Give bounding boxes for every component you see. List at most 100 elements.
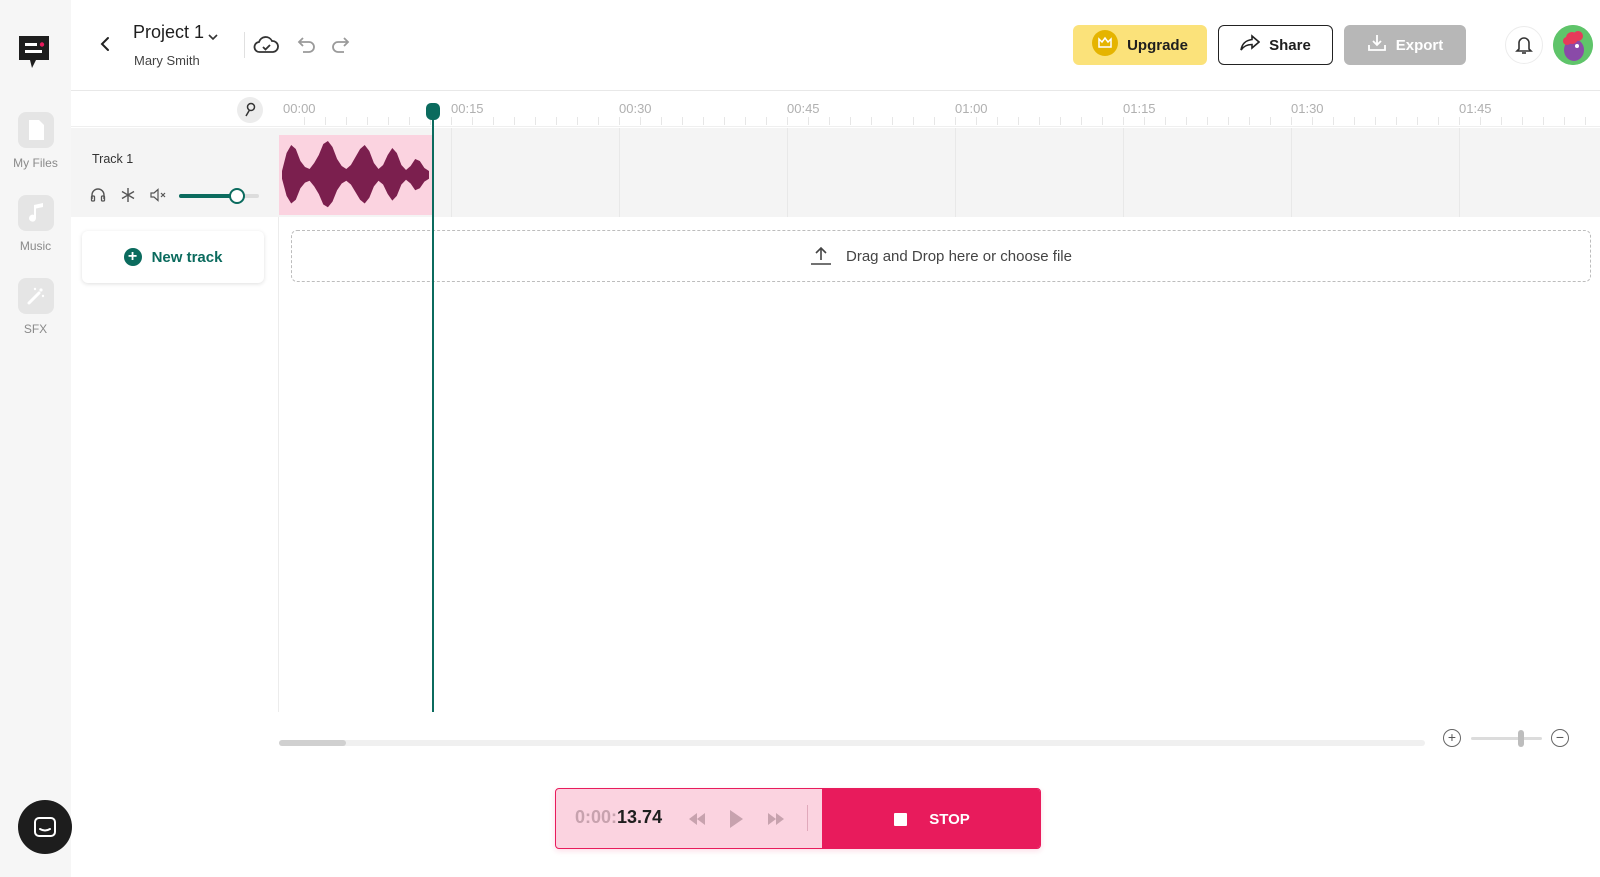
ruler-minor-tick (808, 117, 809, 125)
sidebar-item-label: SFX (23, 322, 48, 336)
upgrade-button[interactable]: Upgrade (1073, 25, 1207, 65)
project-title[interactable]: Project 1 (133, 22, 204, 43)
ruler-minor-tick (955, 117, 956, 125)
ruler-minor-tick (1375, 117, 1376, 125)
user-avatar[interactable] (1553, 25, 1593, 65)
zoom-slider[interactable] (1471, 730, 1542, 747)
stop-button[interactable]: STOP (822, 789, 1040, 848)
sidebar-item-my-files[interactable]: My Files (0, 112, 71, 170)
ruler-minor-tick (1144, 117, 1145, 125)
download-icon (1367, 34, 1387, 56)
share-button[interactable]: Share (1218, 25, 1333, 65)
zoom-out-button[interactable]: − (1551, 729, 1569, 747)
ruler-minor-tick (619, 117, 620, 125)
ruler-minor-tick (1186, 117, 1187, 125)
waveform (282, 141, 429, 208)
ruler-minor-tick (577, 117, 578, 125)
mute-speaker-icon[interactable] (150, 186, 168, 204)
ruler-tick-label: 01:00 (955, 101, 988, 116)
ruler-minor-tick (493, 117, 494, 125)
share-arrow-icon (1240, 34, 1261, 56)
ruler-minor-tick (1081, 117, 1082, 125)
ruler-minor-tick (871, 117, 872, 125)
file-dropzone[interactable]: Drag and Drop here or choose file (291, 230, 1591, 282)
headphones-icon[interactable] (89, 186, 107, 204)
snowflake-icon[interactable] (119, 186, 137, 204)
chevron-down-icon[interactable] (207, 28, 219, 46)
ruler-minor-tick (850, 117, 851, 125)
header-divider (244, 32, 245, 58)
rewind-icon (689, 813, 705, 825)
lane-grid-line (1123, 128, 1124, 217)
ruler-minor-tick (388, 117, 389, 125)
cloud-save-icon[interactable] (253, 33, 279, 57)
ruler-minor-tick (661, 117, 662, 125)
audio-clip[interactable] (279, 135, 432, 215)
ruler-minor-tick (346, 117, 347, 125)
new-track-label: New track (151, 248, 223, 266)
new-track-button[interactable]: + New track (82, 231, 264, 283)
panel-divider (278, 217, 279, 712)
ruler-tick-label: 00:15 (451, 101, 484, 116)
ruler-minor-tick (1312, 117, 1313, 125)
ruler-minor-tick (1291, 117, 1292, 125)
redo-icon[interactable] (328, 33, 354, 57)
ruler-minor-tick (1564, 117, 1565, 125)
play-button[interactable] (724, 807, 748, 831)
ruler-minor-tick (304, 117, 305, 125)
ruler-minor-tick (682, 117, 683, 125)
sidebar-item-music[interactable]: Music (0, 195, 71, 253)
ruler-minor-tick (1522, 117, 1523, 125)
audio-editor-app: My Files Music SFX Project 1 Mary Smith … (0, 0, 1600, 877)
music-note-icon (17, 195, 54, 231)
back-button[interactable] (93, 32, 117, 56)
pin-icon (245, 102, 256, 117)
ruler-tick-label: 00:45 (787, 101, 820, 116)
ruler-minor-tick (1060, 117, 1061, 125)
timeline-ruler[interactable]: 00:00 00:15 00:30 00:45 01:00 01:15 01:30 01:45 (71, 91, 1600, 127)
horizontal-scrollbar[interactable] (279, 740, 1425, 746)
ruler-minor-tick (1018, 117, 1019, 125)
ruler-minor-tick (325, 117, 326, 125)
lane-grid-line (955, 128, 956, 217)
ruler-minor-tick (997, 117, 998, 125)
undo-icon[interactable] (293, 33, 319, 57)
lane-grid-line (619, 128, 620, 217)
ruler-minor-tick (1501, 117, 1502, 125)
track-header: Track 1 (71, 128, 279, 217)
chat-support-button[interactable] (18, 800, 72, 854)
playhead-handle[interactable] (426, 103, 440, 120)
ruler-minor-tick (1543, 117, 1544, 125)
plus-icon: + (123, 248, 142, 266)
ruler-minor-tick (1459, 117, 1460, 125)
fast-forward-button[interactable] (764, 807, 788, 831)
notifications-button[interactable] (1505, 26, 1543, 64)
app-logo[interactable] (16, 33, 52, 71)
volume-fill (179, 194, 237, 198)
zoom-knob[interactable] (1517, 730, 1524, 747)
ruler-minor-tick (1333, 117, 1334, 125)
scrollbar-thumb[interactable] (279, 740, 346, 746)
rewind-button[interactable] (685, 807, 709, 831)
play-icon (730, 810, 743, 828)
track-lane[interactable] (279, 128, 1600, 217)
ruler-minor-tick (1480, 117, 1481, 125)
magic-wand-icon (17, 278, 54, 314)
ruler-minor-tick (745, 117, 746, 125)
zoom-plus-icon: + (1447, 729, 1457, 745)
ruler-minor-tick (913, 117, 914, 125)
track-name[interactable]: Track 1 (92, 152, 133, 166)
zoom-in-button[interactable]: + (1443, 729, 1461, 747)
ruler-minor-tick (1585, 117, 1586, 125)
snap-marker-button[interactable] (237, 97, 263, 123)
sidebar-item-sfx[interactable]: SFX (0, 278, 71, 336)
ruler-minor-tick (598, 117, 599, 125)
volume-slider[interactable] (179, 188, 259, 204)
export-button[interactable]: Export (1344, 25, 1466, 65)
export-label: Export (1395, 36, 1444, 54)
ruler-minor-tick (766, 117, 767, 125)
ruler-minor-tick (703, 117, 704, 125)
volume-knob[interactable] (228, 188, 245, 204)
ruler-minor-tick (367, 117, 368, 125)
transport-bar: 0:00:13.74 STOP (555, 788, 1041, 849)
